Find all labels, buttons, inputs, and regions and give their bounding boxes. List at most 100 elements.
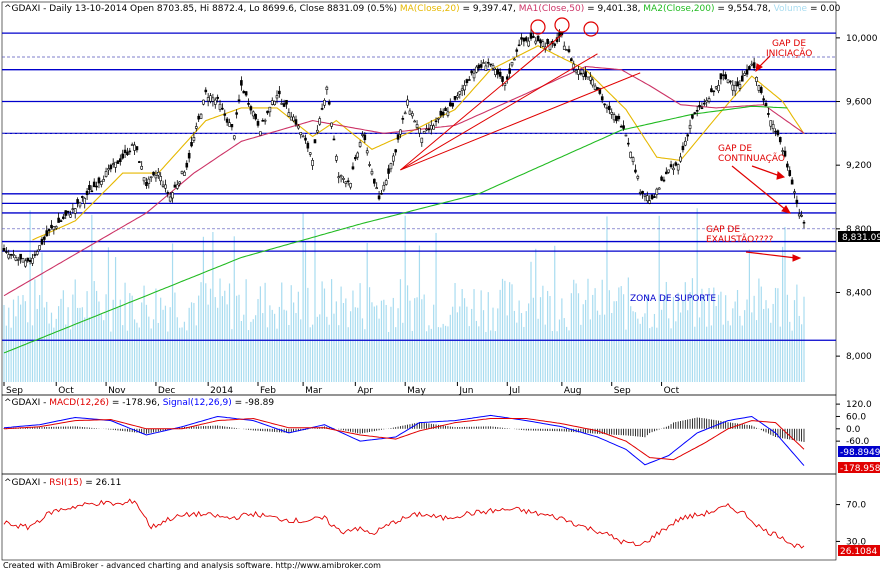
candle-body bbox=[278, 90, 281, 95]
candle-body bbox=[610, 112, 614, 115]
candle-body bbox=[308, 152, 312, 155]
volume-bar bbox=[236, 295, 238, 382]
volume-bar bbox=[523, 326, 525, 382]
annotation-gap-continuacao-line1: GAP DE bbox=[718, 144, 752, 154]
volume-bar bbox=[330, 279, 333, 382]
arrow-exaustao bbox=[745, 251, 797, 259]
candle-body bbox=[759, 87, 763, 93]
volume-bar bbox=[29, 210, 31, 382]
volume-bar bbox=[264, 282, 266, 382]
volume-bar bbox=[480, 290, 482, 382]
volume-bar bbox=[15, 316, 17, 382]
volume-bar bbox=[468, 326, 470, 382]
volume-bar bbox=[763, 308, 765, 382]
candle-body bbox=[513, 58, 516, 61]
candle-body bbox=[107, 168, 110, 171]
annotation-gap-exaustao-line1: GAP DE bbox=[706, 225, 740, 235]
candle-body bbox=[608, 105, 611, 111]
volume-bar bbox=[454, 283, 456, 382]
volume-bar bbox=[568, 330, 570, 382]
arrow-continuacao-b-head bbox=[776, 171, 786, 180]
volume-bar bbox=[205, 283, 207, 382]
top-circle-2 bbox=[554, 17, 570, 33]
volume-bar bbox=[786, 294, 788, 382]
candle-body bbox=[171, 192, 174, 199]
volume-bar bbox=[8, 307, 10, 382]
candle-body bbox=[7, 254, 11, 259]
volume-bar bbox=[198, 295, 200, 382]
volume-bar bbox=[525, 311, 527, 382]
x-tick-label: Nov bbox=[108, 386, 126, 396]
candle-body bbox=[771, 124, 775, 130]
candle-body bbox=[221, 107, 224, 110]
volume-bar bbox=[677, 292, 679, 382]
candle-body bbox=[477, 64, 481, 69]
candle-body bbox=[745, 69, 749, 75]
volume-bar bbox=[385, 304, 387, 382]
volume-bar bbox=[283, 309, 285, 382]
candle-body bbox=[273, 101, 276, 106]
volume-bar bbox=[511, 284, 513, 382]
volume-bar bbox=[582, 304, 584, 382]
volume-bar bbox=[603, 314, 606, 382]
volume-bar bbox=[791, 330, 793, 382]
candle-body bbox=[643, 194, 647, 197]
volume-bar bbox=[729, 325, 732, 382]
candle-body bbox=[793, 191, 796, 194]
candle-body bbox=[154, 174, 158, 179]
volume-bar bbox=[390, 306, 392, 382]
volume-bar bbox=[74, 279, 76, 382]
candle-body bbox=[767, 113, 770, 115]
candle-body bbox=[73, 208, 77, 214]
candle-body bbox=[565, 49, 568, 51]
candle-body bbox=[491, 65, 495, 69]
candle-body bbox=[721, 74, 725, 77]
candle-body bbox=[190, 141, 193, 147]
volume-bar bbox=[492, 307, 494, 382]
volume-bar bbox=[95, 290, 98, 382]
volume-bar bbox=[687, 310, 689, 382]
volume-bar bbox=[653, 313, 656, 382]
volume-bar bbox=[333, 313, 335, 382]
volume-bar bbox=[554, 245, 556, 382]
volume-bar bbox=[575, 283, 577, 382]
candle-body bbox=[339, 175, 343, 178]
candle-body bbox=[527, 40, 530, 47]
candle-body bbox=[142, 177, 146, 182]
volume-bar bbox=[411, 330, 413, 382]
rsi-line bbox=[3, 498, 805, 549]
candle-body bbox=[363, 134, 367, 141]
volume-bar bbox=[226, 304, 228, 382]
volume-bar bbox=[276, 328, 278, 382]
candle-body bbox=[213, 99, 217, 105]
candle-body bbox=[95, 185, 98, 188]
candle-body bbox=[299, 132, 303, 136]
candle-body bbox=[406, 99, 409, 106]
volume-bar bbox=[238, 294, 240, 382]
volume-bar bbox=[271, 309, 273, 382]
volume-bar bbox=[736, 290, 739, 382]
volume-bar bbox=[46, 301, 48, 382]
volume-bar bbox=[409, 300, 411, 382]
x-tick-label: Aug bbox=[564, 386, 582, 396]
volume-bar bbox=[789, 321, 791, 382]
volume-bar bbox=[105, 294, 107, 382]
macd-last-labels: -98.8949 -178.958 bbox=[838, 446, 880, 474]
volume-bar bbox=[34, 279, 36, 382]
x-tick-label: Apr bbox=[357, 386, 373, 396]
candle-body bbox=[66, 210, 70, 213]
candle-body bbox=[536, 35, 540, 42]
volume-bar bbox=[323, 288, 326, 382]
candle-body bbox=[729, 80, 732, 83]
candle-body bbox=[342, 177, 345, 180]
candle-body bbox=[788, 170, 792, 176]
volume-bar bbox=[744, 310, 746, 382]
volume-bar bbox=[689, 292, 691, 382]
volume-bar bbox=[734, 301, 736, 382]
candle-body bbox=[57, 217, 60, 223]
candle-body bbox=[738, 84, 742, 89]
volume-bar bbox=[777, 288, 779, 382]
volume-bar bbox=[231, 329, 233, 382]
candle-body bbox=[254, 114, 257, 120]
candle-body bbox=[615, 115, 618, 122]
